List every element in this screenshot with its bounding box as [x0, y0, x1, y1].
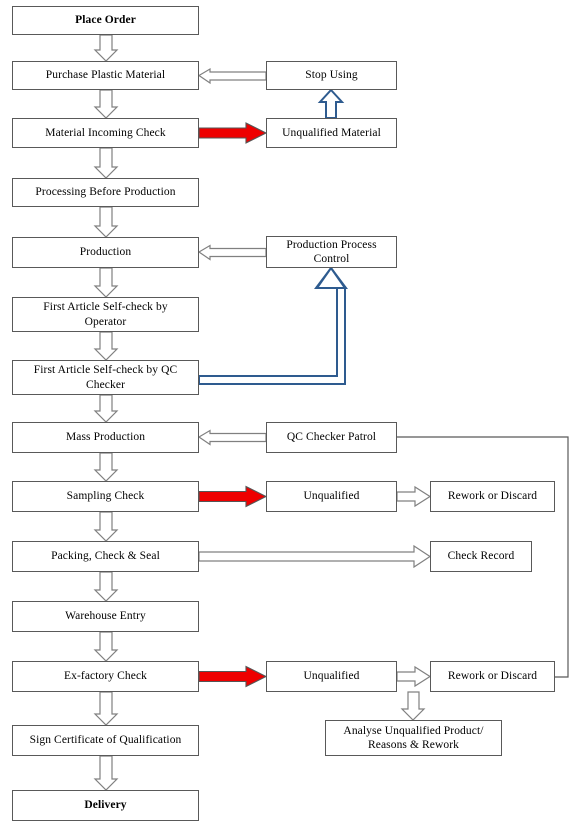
node-first-article-self-check-operator-label: First Article Self-check by Operator	[43, 301, 168, 328]
node-first-article-self-check-qc-checker-label: First Article Self-check by QC Checker	[33, 364, 178, 391]
node-sampling-check-label: Sampling Check	[66, 490, 145, 503]
arrow-first-article-qc-to-process-control-shape	[198, 266, 347, 385]
node-unqualified-sampling[interactable]: Unqualified	[266, 481, 397, 512]
node-production-process-control-label: Production Process Control	[286, 238, 377, 265]
flowchart-canvas: Place Order Purchase Plastic Material St…	[0, 0, 581, 828]
node-packing-check-seal-label: Packing, Check & Seal	[51, 550, 160, 563]
node-unqualified-material[interactable]: Unqualified Material	[266, 118, 397, 148]
arrow-production-to-first-article-operator	[93, 267, 119, 298]
node-unqualified-material-label: Unqualified Material	[282, 126, 381, 139]
arrow-sign-certificate-to-delivery	[93, 755, 119, 791]
node-mass-production-label: Mass Production	[65, 431, 146, 444]
node-warehouse-entry-label: Warehouse Entry	[65, 610, 146, 623]
node-delivery[interactable]: Delivery	[12, 790, 199, 821]
node-production[interactable]: Production	[12, 237, 199, 268]
node-production-process-control[interactable]: Production Process Control	[266, 236, 397, 268]
arrow-processing-before-to-production	[93, 206, 119, 238]
node-rework-or-discard-sampling[interactable]: Rework or Discard	[430, 481, 555, 512]
arrow-ex-factory-check-to-unqualified	[198, 665, 268, 688]
arrow-purchase-material-to-material-check	[93, 89, 119, 119]
node-rework-or-discard-sampling-label: Rework or Discard	[447, 490, 538, 503]
arrow-sampling-check-to-unqualified	[198, 485, 268, 508]
node-analyse-unqualified-product[interactable]: Analyse Unqualified Product/ Reasons & R…	[325, 720, 502, 756]
node-ex-factory-check-label: Ex-factory Check	[63, 670, 148, 683]
node-packing-check-seal[interactable]: Packing, Check & Seal	[12, 541, 199, 572]
arrow-unqualified-to-rework-discard-sampling	[396, 485, 432, 508]
node-unqualified-sampling-label: Unqualified	[303, 490, 360, 503]
node-delivery-label: Delivery	[84, 799, 127, 812]
node-purchase-plastic-material-label: Purchase Plastic Material	[45, 69, 166, 82]
node-mass-production[interactable]: Mass Production	[12, 422, 199, 453]
node-analyse-unqualified-product-label: Analyse Unqualified Product/ Reasons & R…	[343, 724, 484, 751]
node-first-article-self-check-operator[interactable]: First Article Self-check by Operator	[12, 297, 199, 332]
arrow-mass-production-to-sampling-check	[93, 452, 119, 482]
node-rework-or-discard-ex-factory[interactable]: Rework or Discard	[430, 661, 555, 692]
node-ex-factory-check[interactable]: Ex-factory Check	[12, 661, 199, 692]
node-check-record-label: Check Record	[447, 550, 515, 563]
node-processing-before-production[interactable]: Processing Before Production	[12, 178, 199, 207]
arrow-ex-factory-check-to-sign-certificate	[93, 691, 119, 726]
arrow-sampling-check-to-packing-seal	[93, 511, 119, 542]
arrow-qc-patrol-to-mass-production	[197, 429, 267, 446]
node-stop-using[interactable]: Stop Using	[266, 61, 397, 90]
node-material-incoming-check[interactable]: Material Incoming Check	[12, 118, 199, 148]
arrow-place-order-to-purchase-material	[93, 34, 119, 62]
arrow-unqualified-to-rework-discard-ex-factory	[396, 665, 432, 688]
node-processing-before-production-label: Processing Before Production	[35, 186, 176, 199]
arrow-stop-using-to-purchase-material	[197, 67, 267, 85]
node-qc-checker-patrol[interactable]: QC Checker Patrol	[266, 422, 397, 453]
arrow-material-check-to-unqualified-material	[198, 122, 268, 144]
node-rework-or-discard-ex-factory-label: Rework or Discard	[447, 670, 538, 683]
node-place-order-label: Place Order	[75, 14, 136, 27]
node-warehouse-entry[interactable]: Warehouse Entry	[12, 601, 199, 632]
arrow-packing-seal-to-warehouse-entry	[93, 571, 119, 602]
node-sign-certificate-of-qualification[interactable]: Sign Certificate of Qualification	[12, 725, 199, 756]
node-stop-using-label: Stop Using	[305, 69, 358, 82]
arrow-process-control-to-production	[197, 244, 267, 261]
arrow-packing-seal-to-check-record	[198, 544, 432, 569]
node-material-incoming-check-label: Material Incoming Check	[45, 126, 166, 139]
arrow-material-check-to-processing-before	[93, 147, 119, 179]
arrow-unqualified-material-to-stop-using	[317, 88, 345, 119]
node-place-order[interactable]: Place Order	[12, 6, 199, 35]
arrow-first-article-operator-to-qc	[93, 331, 119, 361]
node-production-label: Production	[79, 246, 132, 259]
node-sampling-check[interactable]: Sampling Check	[12, 481, 199, 512]
arrow-first-article-qc-to-mass-production	[93, 394, 119, 423]
node-check-record[interactable]: Check Record	[430, 541, 532, 572]
node-sign-certificate-of-qualification-label: Sign Certificate of Qualification	[29, 734, 182, 747]
node-purchase-plastic-material[interactable]: Purchase Plastic Material	[12, 61, 199, 90]
node-first-article-self-check-qc-checker[interactable]: First Article Self-check by QC Checker	[12, 360, 199, 395]
arrow-unqualified-ex-to-analyse-unqualified	[400, 691, 426, 721]
node-unqualified-ex-factory-label: Unqualified	[303, 670, 360, 683]
node-unqualified-ex-factory[interactable]: Unqualified	[266, 661, 397, 692]
node-qc-checker-patrol-label: QC Checker Patrol	[286, 431, 377, 444]
arrow-warehouse-entry-to-ex-factory-check	[93, 631, 119, 662]
